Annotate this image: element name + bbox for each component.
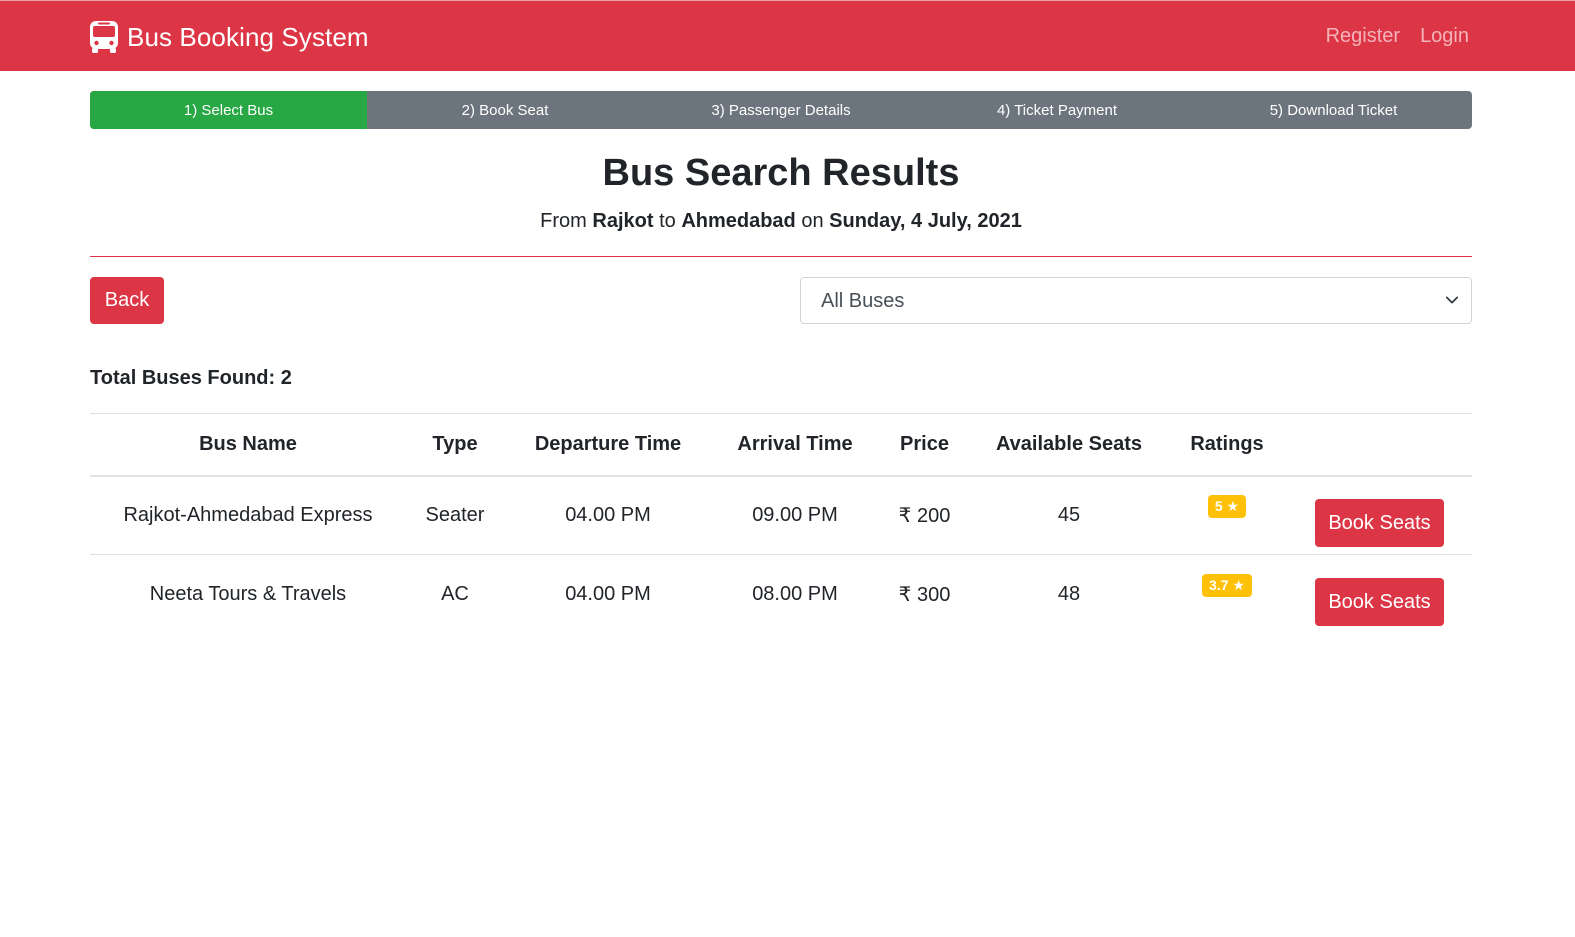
price: ₹ 200 [878,475,971,555]
step-select-bus: 1) Select Bus [90,91,367,129]
step-passenger-details: 3) Passenger Details [711,101,851,119]
header-ratings: Ratings [1167,413,1287,477]
book-seats-button[interactable]: Book Seats [1315,578,1444,627]
rating-badge: 5 ★ [1207,495,1247,519]
register-link[interactable]: Register [1326,25,1400,48]
on-word: on [801,210,824,232]
step-ticket-payment: 4) Ticket Payment [996,101,1118,119]
bus-type: AC [406,554,504,634]
step-download-ticket: 5) Download Ticket [1269,101,1398,119]
bus-type: Seater [406,475,504,555]
login-link[interactable]: Login [1420,25,1469,48]
price: ₹ 300 [878,554,971,634]
bus-filter-value: All Buses [821,290,905,312]
bus-results-table: Bus Name Type Departure Time Arrival Tim… [90,413,1472,634]
table-row: Neeta Tours & Travels AC 04.00 PM 08.00 … [90,554,1472,634]
header-available-seats: Available Seats [971,413,1167,477]
available-seats: 48 [971,554,1167,634]
departure-time: 04.00 PM [504,554,712,634]
header-bus-name: Bus Name [90,413,406,477]
page-title: Bus Search Results [602,152,960,194]
to-word: to [659,210,676,232]
nav-links: Register Login [1326,25,1469,48]
bus-filter-select[interactable]: All Buses [800,277,1472,324]
action-cell: Book Seats [1287,554,1472,634]
table-header-row: Bus Name Type Departure Time Arrival Tim… [90,413,1472,477]
route-summary: From Rajkot to Ahmedabad on Sunday, 4 Ju… [0,210,1562,233]
to-city: Ahmedabad [681,210,796,232]
bus-name: Rajkot-Ahmedabad Express [90,475,406,555]
available-seats: 45 [971,475,1167,555]
rating-cell: 3.7 ★ [1167,554,1287,634]
departure-time: 04.00 PM [504,475,712,555]
divider [90,256,1472,257]
booking-progress: 1) Select Bus 2) Book Seat 3) Passenger … [90,91,1472,129]
top-navbar: Bus Booking System Register Login [0,0,1575,71]
arrival-time: 08.00 PM [712,554,878,634]
step-book-seat: 2) Book Seat [461,101,549,119]
header-type: Type [406,413,504,477]
rating-badge: 3.7 ★ [1202,574,1252,598]
bus-name: Neeta Tours & Travels [90,554,406,634]
arrival-time: 09.00 PM [712,475,878,555]
header-departure-time: Departure Time [504,413,712,477]
table-row: Rajkot-Ahmedabad Express Seater 04.00 PM… [90,475,1472,555]
header-price: Price [878,413,971,477]
header-action [1287,413,1472,477]
total-buses-found: Total Buses Found: 2 [90,367,292,389]
chevron-down-icon [1445,296,1459,304]
rating-cell: 5 ★ [1167,475,1287,555]
brand-link[interactable]: Bus Booking System [89,19,369,55]
from-city: Rajkot [592,210,654,232]
header-arrival-time: Arrival Time [712,413,878,477]
action-cell: Book Seats [1287,475,1472,555]
from-prefix: From [540,210,587,232]
back-button[interactable]: Back [90,277,164,324]
travel-date: Sunday, 4 July, 2021 [829,210,1022,232]
bus-icon [90,21,118,53]
book-seats-button[interactable]: Book Seats [1315,499,1444,548]
brand-title: Bus Booking System [127,21,369,52]
